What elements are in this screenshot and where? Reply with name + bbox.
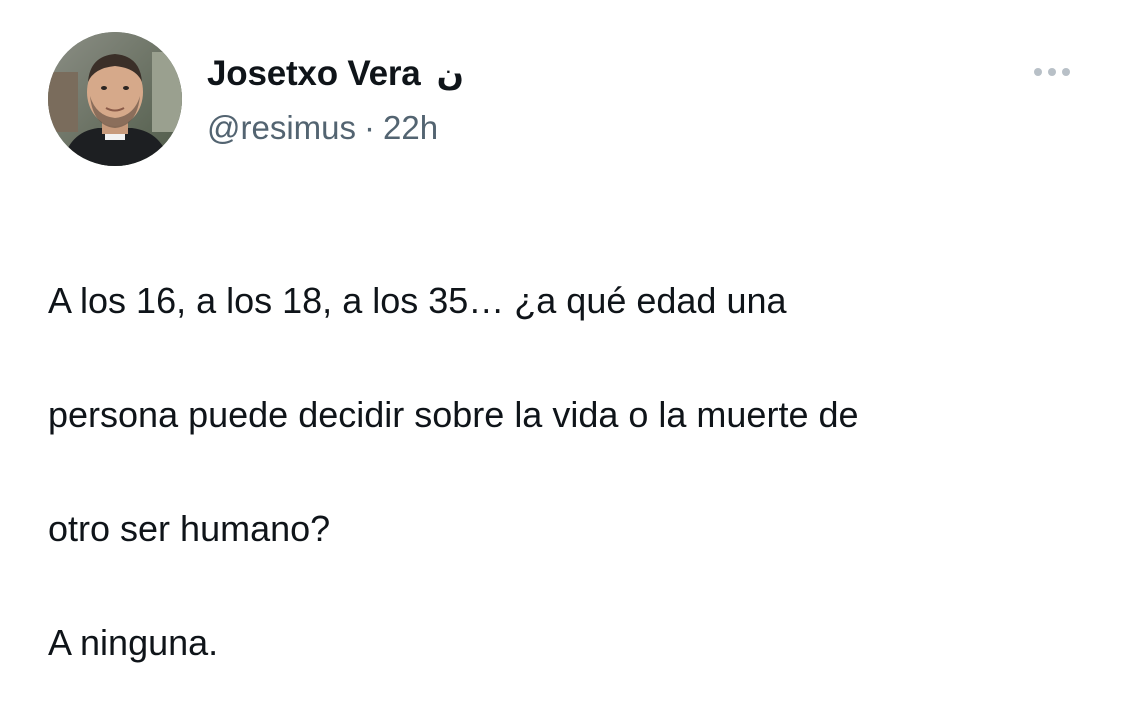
tweet-timestamp[interactable]: 22h [383,109,438,147]
author-handle[interactable]: @resimus [207,109,356,147]
more-horizontal-icon-dot-2 [1048,68,1056,76]
avatar[interactable] [48,32,182,166]
more-horizontal-icon [1034,68,1042,76]
author-name-symbol: ن [436,55,464,93]
more-horizontal-icon-dot-3 [1062,68,1070,76]
meta-separator: · [364,109,376,146]
tweet-author[interactable]: Josetxo Vera ن @resimus · 22h [207,52,464,148]
more-options-button[interactable] [1028,56,1076,88]
tweet-text-line: A los 16, a los 18, a los 35… ¿a qué eda… [48,280,787,321]
author-display-name[interactable]: Josetxo Vera [207,54,421,94]
tweet-text-line: persona puede decidir sobre la vida o la… [48,394,859,435]
tweet-text-line: otro ser humano? [48,508,331,549]
tweet-card: Josetxo Vera ن @resimus · 22h A los 16, … [0,0,1125,663]
author-name-row: Josetxo Vera ن [207,52,464,96]
author-meta-row: @resimus · 22h [207,108,464,148]
tweet-text-line: A ninguna. [48,622,219,663]
avatar-photo [48,32,182,166]
